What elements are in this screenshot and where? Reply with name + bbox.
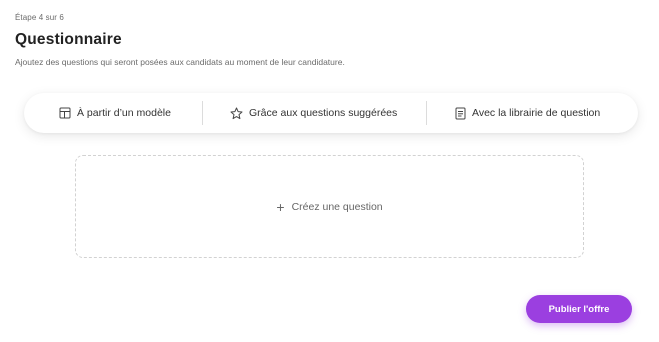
page-title: Questionnaire [15, 31, 122, 48]
plus-icon: + [276, 198, 285, 215]
page-subtitle: Ajoutez des questions qui seront posées … [15, 57, 345, 67]
option-suggested-questions-label: Grâce aux questions suggérées [249, 107, 398, 119]
template-icon [59, 107, 71, 119]
publish-offer-button[interactable]: Publier l'offre [526, 295, 632, 323]
separator [426, 101, 427, 125]
option-question-library-label: Avec la librairie de question [472, 107, 601, 119]
document-icon [455, 107, 466, 119]
create-question-label: Créez une question [291, 200, 383, 213]
step-indicator: Étape 4 sur 6 [15, 13, 64, 22]
separator [202, 101, 203, 125]
create-question-button[interactable]: + Créez une question [276, 200, 382, 214]
star-icon [230, 107, 243, 119]
create-question-dropzone[interactable]: + Créez une question [75, 155, 584, 258]
option-from-template-label: À partir d’un modèle [77, 107, 171, 119]
option-suggested-questions[interactable]: Grâce aux questions suggérées [230, 93, 397, 133]
option-question-library[interactable]: Avec la librairie de question [455, 93, 600, 133]
option-from-template[interactable]: À partir d’un modèle [59, 93, 171, 133]
question-source-bar: À partir d’un modèle Grâce aux questions… [24, 93, 638, 133]
